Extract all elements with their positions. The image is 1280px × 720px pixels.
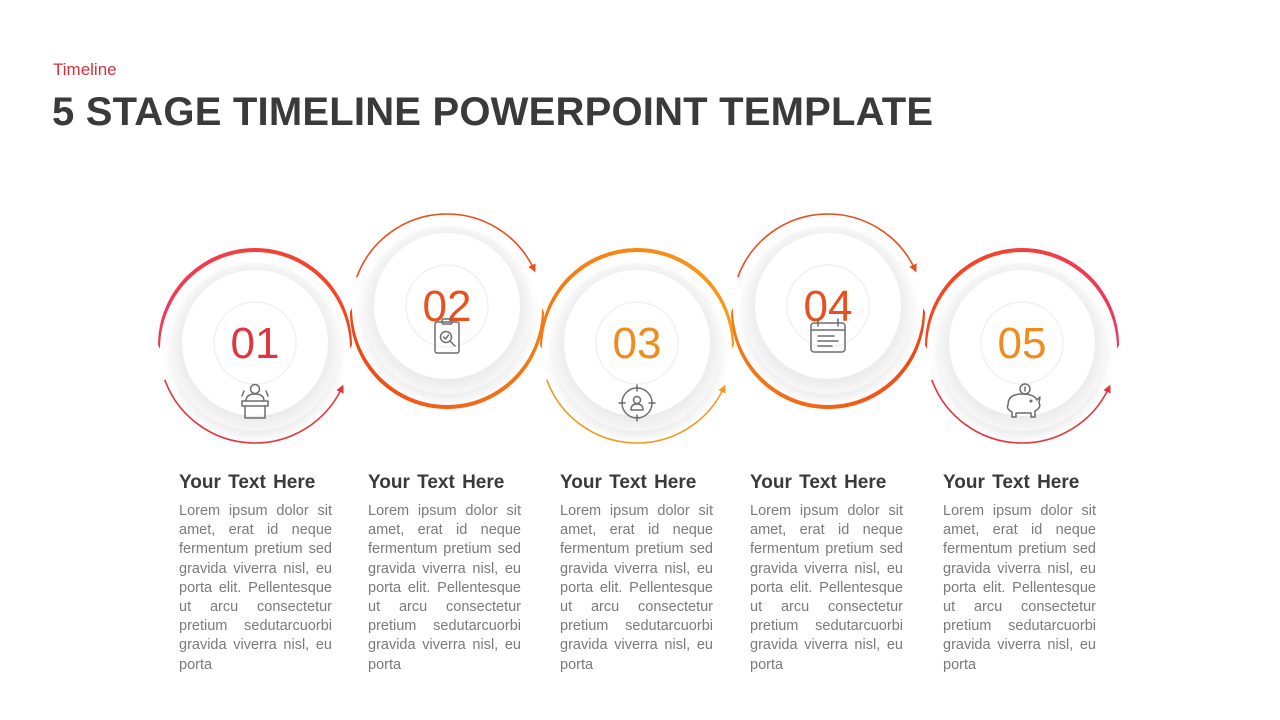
stage-description: Lorem ipsum dolor sit amet, erat id nequ… [943,503,1096,673]
stage-description: Lorem ipsum dolor sit amet, erat id nequ… [560,503,713,673]
stage-text-block: Your Text Here Lorem ipsum dolor sit amet… [943,472,1096,675]
stage-description: Lorem ipsum dolor sit amet, erat id nequ… [179,503,332,673]
stage-heading: Your Text Here [750,472,887,493]
stage-text-block: Your Text Here Lorem ipsum dolor sit amet… [560,472,713,675]
stage-heading: Your Text Here [368,472,505,493]
stage-number-05: 05 [998,319,1047,368]
stage-text-block: Your Text Here Lorem ipsum dolor sit amet… [368,472,521,675]
stage-heading: Your Text Here [179,472,316,493]
stage-number-03: 03 [613,319,662,368]
stage-text-block: Your Text Here Lorem ipsum dolor sit amet… [179,472,332,675]
stage-heading: Your Text Here [560,472,697,493]
stage-description: Lorem ipsum dolor sit amet, erat id nequ… [368,503,521,673]
stage-number-01: 01 [231,319,280,368]
stage-description: Lorem ipsum dolor sit amet, erat id nequ… [750,503,903,673]
stage-text-block: Your Text Here Lorem ipsum dolor sit amet… [750,472,903,675]
stage-heading: Your Text Here [943,472,1080,493]
